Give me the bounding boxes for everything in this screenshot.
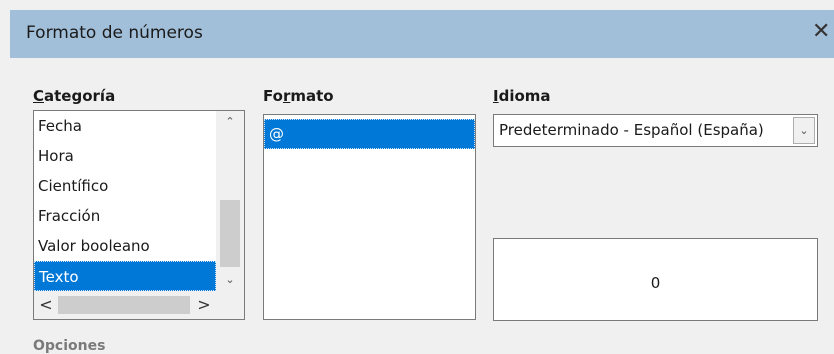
formato-label: Formato <box>263 87 334 105</box>
horizontal-scroll-thumb[interactable] <box>58 296 190 314</box>
scroll-down-icon[interactable]: ⌄ <box>216 269 244 291</box>
categoria-horizontal-scrollbar[interactable]: < > <box>34 291 244 319</box>
categoria-label-rest: ategoría <box>44 87 116 105</box>
idioma-label-rest: dioma <box>498 87 551 105</box>
opciones-section-label: Opciones <box>33 338 106 354</box>
chevron-down-icon[interactable]: ⌄ <box>793 117 815 144</box>
idioma-dropdown[interactable]: Predeterminado - Español (España) ⌄ <box>493 114 818 147</box>
preview-value: 0 <box>650 274 661 292</box>
category-item-valor-booleano[interactable]: Valor booleano <box>34 231 216 261</box>
category-item-hora[interactable]: Hora <box>34 141 216 171</box>
categoria-listbox[interactable]: Fecha Hora Científico Fracción Valor boo… <box>33 110 245 320</box>
scroll-left-icon[interactable]: < <box>34 291 58 319</box>
format-item-at[interactable]: @ <box>264 119 475 149</box>
category-item-fecha[interactable]: Fecha <box>34 111 216 141</box>
scrollbar-corner <box>216 291 244 319</box>
title-bar: Formato de números ✕ <box>10 10 834 58</box>
idioma-selected-value: Predeterminado - Español (España) <box>499 121 764 139</box>
category-item-fraccion[interactable]: Fracción <box>34 201 216 231</box>
formato-label-end: mato <box>290 87 334 105</box>
close-icon[interactable]: ✕ <box>812 18 834 48</box>
scroll-up-icon[interactable]: ⌃ <box>216 111 244 133</box>
dialog-title: Formato de números <box>26 23 203 43</box>
formato-label-start: Fo <box>263 87 283 105</box>
vertical-scroll-thumb[interactable] <box>220 200 240 267</box>
idioma-label: Idioma <box>493 87 551 105</box>
categoria-vertical-scrollbar[interactable]: ⌃ ⌄ <box>216 111 244 291</box>
category-item-cientifico[interactable]: Científico <box>34 171 216 201</box>
categoria-label-accesskey: C <box>33 87 45 105</box>
formato-listbox[interactable]: @ <box>263 114 476 320</box>
category-item-texto[interactable]: Texto <box>34 261 216 291</box>
categoria-label: Categoría <box>33 87 115 105</box>
format-preview-box: 0 <box>493 238 818 321</box>
scroll-right-icon[interactable]: > <box>192 291 216 319</box>
